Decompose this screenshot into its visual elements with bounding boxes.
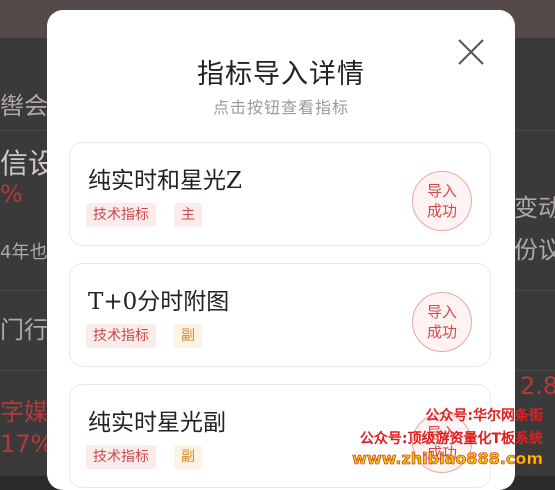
- import-success-stamp: 导入 成功: [412, 292, 472, 352]
- indicator-card[interactable]: T+0分时附图 技术指标 副 导入 成功: [69, 263, 491, 367]
- type-tag: 技术指标: [86, 203, 156, 227]
- watermark-url: www.zhibiao888.com: [352, 449, 544, 469]
- background-text: 份议: [514, 236, 555, 264]
- close-icon[interactable]: [455, 36, 487, 68]
- import-success-stamp: 导入 成功: [412, 171, 472, 231]
- role-tag: 主: [174, 203, 202, 227]
- background-text: 17%: [0, 430, 54, 458]
- background-text: 变动: [514, 194, 555, 222]
- watermark-text: 公众号:华尔网条街: [425, 408, 543, 424]
- role-tag: 副: [174, 324, 202, 348]
- dialog-subtitle: 点击按钮查看指标: [212, 98, 349, 117]
- stamp-text: 导入: [426, 303, 457, 321]
- role-tag: 副: [174, 445, 202, 469]
- background-text: %: [0, 180, 23, 208]
- dialog-title: 指标导入详情: [197, 59, 365, 90]
- stamp-text: 成功: [426, 323, 457, 341]
- background-text: 4年也: [0, 242, 48, 263]
- indicator-card[interactable]: 纯实时和星光Z 技术指标 主 导入 成功: [69, 142, 491, 246]
- indicator-name: 纯实时和星光Z: [88, 168, 242, 194]
- background-text: 2.8: [520, 372, 555, 400]
- stamp-text: 成功: [426, 202, 457, 220]
- stamp-text: 导入: [426, 182, 457, 200]
- type-tag: 技术指标: [86, 445, 156, 469]
- type-tag: 技术指标: [86, 324, 156, 348]
- indicator-name: T+0分时附图: [88, 289, 230, 315]
- watermark-text: 公众号:顶级游资量化T板系统: [359, 431, 543, 447]
- indicator-name: 纯实时星光副: [88, 410, 226, 436]
